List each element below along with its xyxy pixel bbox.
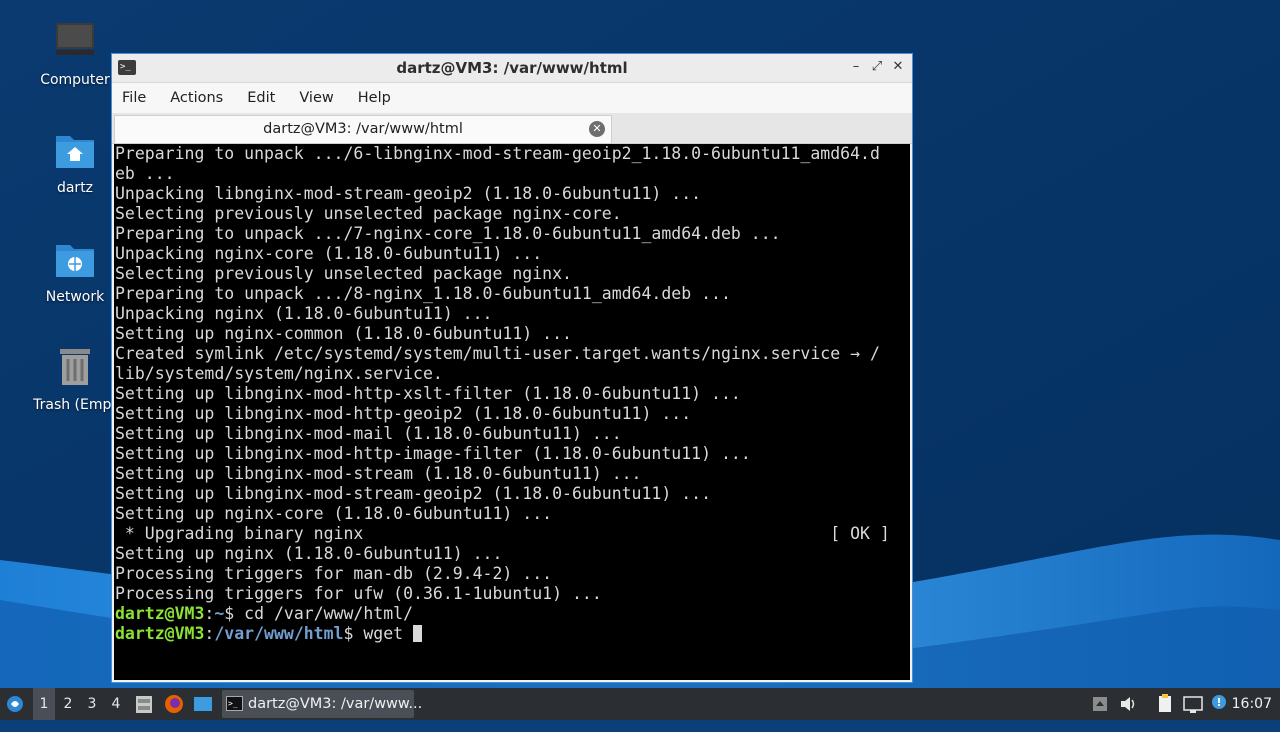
terminal-line: Selecting previously unselected package … bbox=[115, 204, 622, 223]
prompt-path: ~ bbox=[214, 604, 225, 623]
start-menu-button[interactable] bbox=[4, 688, 28, 720]
clipboard-button[interactable] bbox=[1155, 688, 1175, 720]
terminal-line: Setting up nginx (1.18.0-6ubuntu11) ... bbox=[115, 544, 503, 563]
eject-icon bbox=[1093, 697, 1107, 711]
maximize-button[interactable]: ⤢ bbox=[869, 59, 885, 75]
desktop-icon-computer[interactable]: Computer bbox=[25, 20, 125, 88]
taskbar: 1 2 3 4 >_ dartz@VM3: /var/www... 16:07 bbox=[0, 688, 1280, 720]
tray-eject-icon[interactable] bbox=[1090, 688, 1110, 720]
prompt-separator: : bbox=[204, 624, 215, 643]
clipboard-icon bbox=[1159, 694, 1171, 712]
network-icon bbox=[1183, 696, 1203, 713]
terminal-output[interactable]: Preparing to unpack .../6-libnginx-mod-s… bbox=[114, 144, 910, 680]
update-notification-icon bbox=[1212, 695, 1226, 709]
clock[interactable]: 16:07 bbox=[1232, 688, 1272, 720]
prompt-command[interactable]: wget bbox=[363, 624, 413, 643]
terminal-line: Setting up libnginx-mod-stream (1.18.0-6… bbox=[115, 464, 642, 483]
firefox-launcher[interactable] bbox=[163, 688, 185, 720]
volume-icon bbox=[1121, 697, 1135, 711]
terminal-line: Setting up nginx-core (1.18.0-6ubuntu11)… bbox=[115, 504, 553, 523]
prompt-command: cd /var/www/html/ bbox=[244, 604, 414, 623]
terminal-line: Setting up libnginx-mod-mail (1.18.0-6ub… bbox=[115, 424, 622, 443]
desktop-icon-label: Trash (Empt bbox=[33, 397, 117, 413]
desktop-icon bbox=[194, 697, 212, 711]
workspace-4[interactable]: 4 bbox=[105, 688, 127, 720]
file-cabinet-icon bbox=[136, 696, 152, 713]
desktop-icon-home[interactable]: dartz bbox=[25, 128, 125, 196]
window-title: dartz@VM3: /var/www/html bbox=[396, 59, 628, 77]
prompt-user: dartz@VM3 bbox=[115, 604, 205, 623]
taskbar-item-terminal[interactable]: >_ dartz@VM3: /var/www... bbox=[222, 690, 422, 718]
workspace-2[interactable]: 2 bbox=[57, 688, 79, 720]
firefox-icon bbox=[165, 695, 183, 713]
trash-icon bbox=[60, 349, 90, 385]
file-manager-launcher[interactable] bbox=[134, 688, 156, 720]
terminal-line: Unpacking nginx (1.18.0-6ubuntu11) ... bbox=[115, 304, 493, 323]
terminal-line: Selecting previously unselected package … bbox=[115, 264, 572, 283]
terminal-line: * Upgrading binary nginx [ OK ] bbox=[115, 524, 890, 543]
prompt-symbol: $ bbox=[224, 604, 245, 623]
home-folder-icon bbox=[56, 136, 94, 168]
desktop-icon-network[interactable]: Network bbox=[25, 237, 125, 305]
desktop-icon-label: Network bbox=[45, 289, 105, 305]
terminal-icon: >_ bbox=[226, 696, 243, 711]
terminal-line: Setting up nginx-common (1.18.0-6ubuntu1… bbox=[115, 324, 572, 343]
terminal-line: Setting up libnginx-mod-http-xslt-filter… bbox=[115, 384, 741, 403]
desktop-icon-label: Computer bbox=[40, 72, 110, 88]
desktop-icon-label: dartz bbox=[56, 180, 94, 196]
terminal-line: Setting up libnginx-mod-http-geoip2 (1.1… bbox=[115, 404, 692, 423]
minimize-button[interactable]: – bbox=[848, 59, 864, 75]
terminal-line: Created symlink /etc/systemd/system/mult… bbox=[115, 344, 880, 363]
network-button[interactable] bbox=[1182, 688, 1204, 720]
volume-button[interactable] bbox=[1118, 688, 1138, 720]
close-button[interactable]: ✕ bbox=[890, 59, 906, 75]
terminal-line: lib/systemd/system/nginx.service. bbox=[115, 364, 443, 383]
tab-terminal[interactable]: dartz@VM3: /var/www/html ✕ bbox=[114, 115, 612, 143]
terminal-line: Processing triggers for man-db (2.9.4-2)… bbox=[115, 564, 553, 583]
terminal-line: Setting up libnginx-mod-http-image-filte… bbox=[115, 444, 751, 463]
terminal-line: Unpacking nginx-core (1.18.0-6ubuntu11) … bbox=[115, 244, 543, 263]
menubar: File Actions Edit View Help bbox=[112, 83, 912, 113]
menu-help[interactable]: Help bbox=[358, 90, 391, 106]
terminal-line: Unpacking libnginx-mod-stream-geoip2 (1.… bbox=[115, 184, 702, 203]
terminal-line: Preparing to unpack .../6-libnginx-mod-s… bbox=[115, 144, 880, 163]
updates-button[interactable] bbox=[1209, 688, 1229, 720]
terminal-window[interactable]: >_ dartz@VM3: /var/www/html – ⤢ ✕ File A… bbox=[111, 53, 913, 683]
terminal-line: Preparing to unpack .../7-nginx-core_1.1… bbox=[115, 224, 781, 243]
terminal-cursor bbox=[413, 625, 423, 642]
desktop-icon-trash[interactable]: Trash (Empt bbox=[25, 345, 125, 413]
menu-file[interactable]: File bbox=[122, 90, 146, 106]
workspace-3[interactable]: 3 bbox=[81, 688, 103, 720]
window-titlebar[interactable]: >_ dartz@VM3: /var/www/html – ⤢ ✕ bbox=[112, 54, 912, 83]
menu-view[interactable]: View bbox=[299, 90, 333, 106]
prompt-separator: : bbox=[204, 604, 215, 623]
network-folder-icon bbox=[56, 245, 94, 277]
tab-title: dartz@VM3: /var/www/html bbox=[263, 121, 463, 137]
menu-edit[interactable]: Edit bbox=[247, 90, 275, 106]
prompt-user: dartz@VM3 bbox=[115, 624, 205, 643]
tab-close-icon[interactable]: ✕ bbox=[589, 121, 605, 137]
terminal-line: Preparing to unpack .../8-nginx_1.18.0-6… bbox=[115, 284, 731, 303]
prompt-symbol: $ bbox=[343, 624, 364, 643]
workspace-1[interactable]: 1 bbox=[33, 688, 55, 720]
terminal-line: Setting up libnginx-mod-stream-geoip2 (1… bbox=[115, 484, 712, 503]
menu-actions[interactable]: Actions bbox=[170, 90, 223, 106]
prompt-line: dartz@VM3:~$ cd /var/www/html/ bbox=[114, 604, 910, 624]
app-menu-icon bbox=[7, 696, 23, 712]
terminal-line: Processing triggers for ufw (0.36.1-1ubu… bbox=[115, 584, 602, 603]
tab-bar: dartz@VM3: /var/www/html ✕ bbox=[112, 113, 912, 144]
taskbar-item-label: dartz@VM3: /var/www... bbox=[248, 696, 423, 712]
prompt-line: dartz@VM3:/var/www/html$ wget bbox=[114, 624, 910, 644]
computer-icon bbox=[56, 23, 94, 55]
prompt-path: /var/www/html bbox=[214, 624, 344, 643]
terminal-line: eb ... bbox=[115, 164, 175, 183]
show-desktop-button[interactable] bbox=[192, 688, 214, 720]
